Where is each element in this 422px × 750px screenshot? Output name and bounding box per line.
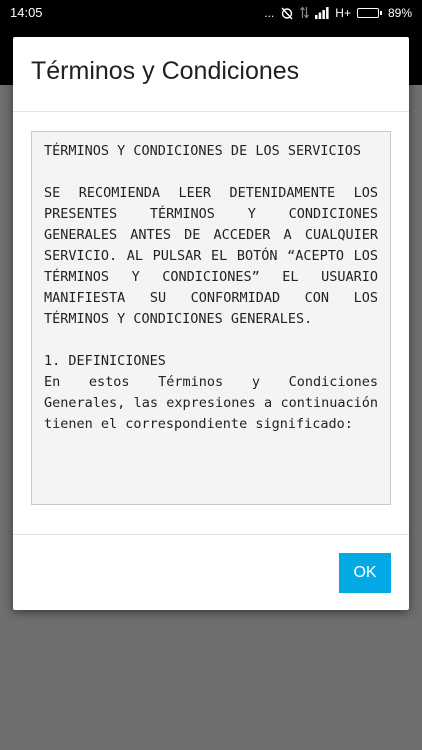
status-bar: 14:05 ... H+ 89% — [0, 0, 422, 25]
battery-percent: 89% — [387, 5, 412, 20]
actions-divider — [13, 534, 409, 535]
status-time: 14:05 — [10, 5, 43, 20]
terms-dialog: Términos y Condiciones TÉRMINOS Y CONDIC… — [13, 37, 409, 610]
data-arrows-icon — [300, 6, 310, 19]
title-divider — [13, 111, 409, 112]
terms-heading: TÉRMINOS Y CONDICIONES DE LOS SERVICIOS — [44, 143, 361, 159]
dialog-title: Términos y Condiciones — [31, 57, 300, 85]
terms-text-box[interactable]: TÉRMINOS Y CONDICIONES DE LOS SERVICIOS … — [31, 131, 391, 505]
status-icons: ... H+ 89% — [264, 6, 412, 20]
battery-icon — [356, 7, 382, 18]
network-type: H+ — [335, 5, 351, 20]
terms-intro: SE RECOMIENDA LEER DETENIDAMENTE LOS PRE… — [44, 185, 378, 327]
alarm-off-icon — [280, 6, 294, 20]
terms-section-body: En estos Términos y Condiciones Generale… — [44, 374, 378, 432]
signal-icon — [315, 6, 329, 19]
terms-section-title: 1. DEFINICIONES — [44, 353, 166, 369]
ok-button[interactable]: OK — [339, 553, 391, 593]
more-dots-icon: ... — [264, 5, 275, 20]
